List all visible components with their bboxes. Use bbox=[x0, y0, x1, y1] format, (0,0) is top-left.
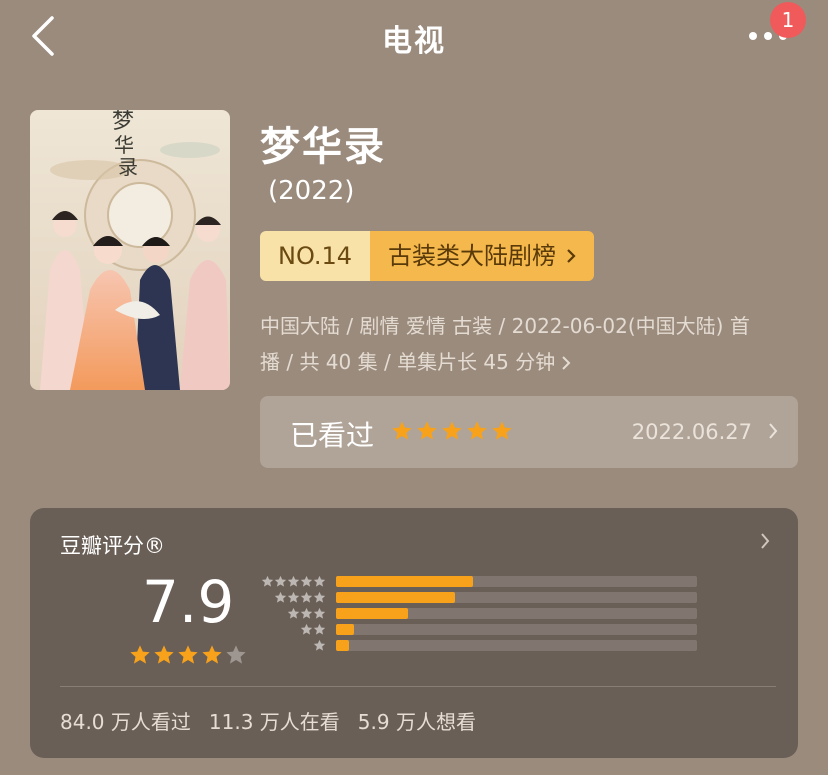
rating-bar-track bbox=[336, 592, 697, 603]
rating-bar-row bbox=[256, 622, 697, 637]
poster-image[interactable]: 梦 华 录 bbox=[30, 110, 230, 390]
star-icon bbox=[274, 591, 287, 603]
meta-line-2: 播 / 共 40 集 / 单集片长 45 分钟 bbox=[260, 350, 556, 374]
star-icon bbox=[442, 421, 462, 440]
star-icon bbox=[313, 639, 326, 651]
star-icon bbox=[300, 607, 313, 619]
show-year: (2022) bbox=[268, 176, 355, 206]
rating-title: 豆瓣评分® bbox=[60, 534, 165, 558]
rating-bar-track bbox=[336, 624, 697, 635]
watching-count: 11.3 万人在看 bbox=[208, 710, 340, 734]
svg-text:梦: 梦 bbox=[112, 110, 134, 134]
rating-bar-fill bbox=[336, 608, 409, 619]
chevron-right-icon bbox=[567, 249, 576, 263]
rating-bar-fill bbox=[336, 592, 456, 603]
star-icon bbox=[287, 607, 300, 619]
star-icon bbox=[261, 575, 274, 587]
watched-label: 已看过 bbox=[290, 419, 375, 452]
svg-text:录: 录 bbox=[118, 155, 138, 179]
star-icon bbox=[313, 575, 326, 587]
star-icon bbox=[226, 645, 246, 664]
rating-card[interactable]: 豆瓣评分® 7.9 84.0 万人看过 11.3 万人在看 5.9 万人想看 bbox=[30, 508, 798, 758]
rank-list-label: 古装类大陆剧榜 bbox=[388, 242, 557, 270]
star-icon bbox=[154, 645, 174, 664]
star-icon bbox=[130, 645, 150, 664]
rating-bar-row bbox=[256, 574, 697, 589]
star-icon bbox=[392, 421, 412, 440]
star-icon bbox=[417, 421, 437, 440]
star-icon bbox=[287, 591, 300, 603]
bar-star-label bbox=[256, 591, 336, 604]
rating-bar-fill bbox=[336, 624, 355, 635]
rating-bar-track bbox=[336, 576, 697, 587]
chevron-right-icon bbox=[761, 533, 770, 549]
rating-bar-row bbox=[256, 590, 697, 605]
rating-bar-track bbox=[336, 608, 697, 619]
watched-status-row[interactable]: 已看过 2022.06.27 bbox=[260, 396, 798, 468]
star-icon bbox=[178, 645, 198, 664]
star-icon bbox=[300, 591, 313, 603]
divider bbox=[60, 686, 776, 687]
star-icon bbox=[467, 421, 487, 440]
rank-badge[interactable]: NO.14 古装类大陆剧榜 bbox=[260, 231, 595, 281]
star-icon bbox=[313, 623, 326, 635]
star-icon bbox=[300, 623, 313, 635]
bar-star-label bbox=[256, 607, 336, 620]
star-icon bbox=[202, 645, 222, 664]
show-meta[interactable]: 中国大陆 / 剧情 爱情 古装 / 2022-06-02(中国大陆) 首 播 /… bbox=[260, 308, 800, 380]
rating-bar-row bbox=[256, 638, 697, 653]
want-count: 5.9 万人想看 bbox=[357, 710, 476, 734]
rating-bar-fill bbox=[336, 576, 474, 587]
show-title: 梦华录 bbox=[260, 124, 386, 170]
notification-badge: 1 bbox=[770, 2, 806, 38]
star-icon bbox=[313, 591, 326, 603]
bar-star-label bbox=[256, 623, 336, 636]
watched-count: 84.0 万人看过 bbox=[60, 710, 191, 734]
meta-line-1: 中国大陆 / 剧情 爱情 古装 / 2022-06-02(中国大陆) 首 bbox=[260, 314, 750, 338]
rating-bar-row bbox=[256, 606, 697, 621]
rating-score: 7.9 bbox=[142, 568, 235, 636]
rating-stars bbox=[129, 644, 247, 666]
rating-bar-track bbox=[336, 640, 697, 651]
svg-text:华: 华 bbox=[114, 133, 134, 157]
watched-date: 2022.06.27 bbox=[631, 420, 752, 444]
star-icon bbox=[313, 607, 326, 619]
rank-number: NO.14 bbox=[260, 231, 371, 281]
star-icon bbox=[492, 421, 512, 440]
chevron-right-icon bbox=[769, 423, 778, 439]
rating-distribution bbox=[256, 574, 697, 654]
page-title: 电视 bbox=[382, 24, 446, 59]
bar-star-label bbox=[256, 639, 336, 652]
star-icon bbox=[300, 575, 313, 587]
rating-bar-fill bbox=[336, 640, 349, 651]
chevron-right-icon bbox=[562, 356, 571, 370]
rank-list-link[interactable]: 古装类大陆剧榜 bbox=[370, 231, 595, 281]
star-icon bbox=[274, 575, 287, 587]
star-icon bbox=[287, 575, 300, 587]
user-rating-stars bbox=[391, 420, 513, 442]
bar-star-label bbox=[256, 575, 336, 588]
audience-stats: 84.0 万人看过 11.3 万人在看 5.9 万人想看 bbox=[60, 706, 476, 735]
